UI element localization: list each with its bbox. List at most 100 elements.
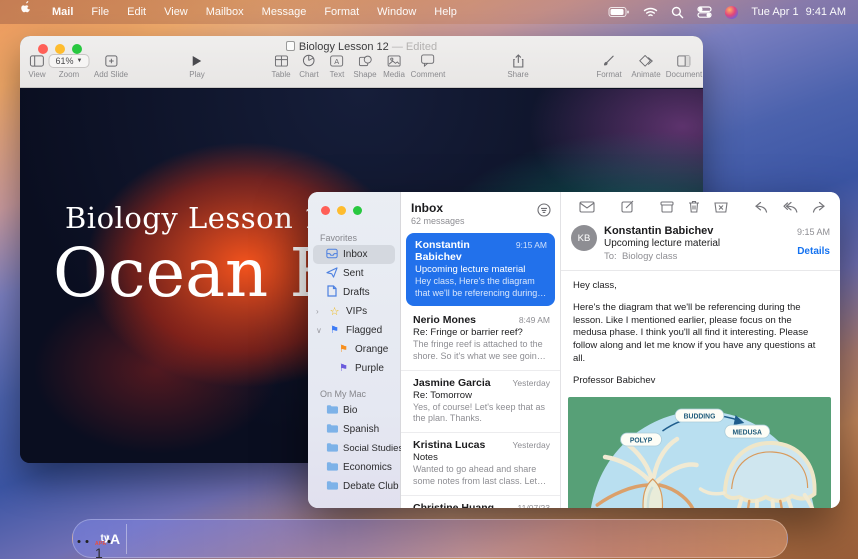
sidebar-header-favorites: Favorites [308,228,400,245]
filter-icon[interactable] [537,203,551,222]
keynote-media-button[interactable]: Media [383,53,405,79]
keynote-add-slide-button[interactable]: Add Slide [94,53,128,79]
sidebar-header-on-my-mac: On My Mac [308,384,400,401]
orange-flag-icon: ⚑ [337,344,350,355]
get-mail-icon[interactable] [579,201,595,213]
keynote-share-button[interactable]: Share [507,53,528,79]
sidebar-item-flag-purple[interactable]: ⚑ Purple [313,359,395,378]
trash-icon[interactable] [688,200,700,213]
message-row[interactable]: Jasmine GarciaYesterday Re: Tomorrow Yes… [401,370,560,432]
sidebar-header-icloud[interactable]: iCloud [308,505,400,508]
purple-flag-icon: ⚑ [337,363,350,374]
message-count: 62 messages [411,216,550,226]
menu-item-message[interactable]: Message [253,0,316,24]
format-brush-icon [596,53,621,68]
siri-icon[interactable] [725,6,738,19]
menu-bar-clock[interactable]: Tue Apr 1 9:41 AM [751,6,846,18]
keynote-document-button[interactable]: Document [666,53,702,79]
running-indicator [86,540,89,543]
apple-menu-icon[interactable] [12,0,43,24]
sidebar-item-flag-orange[interactable]: ⚑ Orange [313,340,395,359]
keynote-text-button[interactable]: A Text [330,53,345,79]
menu-bar: Mail File Edit View Mailbox Message Form… [0,0,858,24]
sidebar-view-icon [28,53,45,68]
sent-paperplane-icon [325,267,338,281]
chevron-right-icon: › [316,307,323,316]
zoom-button[interactable] [353,206,362,215]
junk-icon[interactable] [714,201,728,213]
body-paragraph: Here's the diagram that we'll be referen… [573,302,828,366]
chevron-down-icon: ▼ [77,58,83,64]
keynote-animate-button[interactable]: Animate [631,53,660,79]
reply-icon[interactable] [754,201,768,213]
menu-item-help[interactable]: Help [425,0,466,24]
running-indicator [78,540,81,543]
mail-toolbar: » [561,192,840,219]
message-body: Hey class, Here's the diagram that we'll… [561,271,840,388]
message-row[interactable]: Christine Huang11/07/23 Debate club - re… [401,495,560,509]
diagram-label-polyp: POLYP [630,437,653,444]
minimize-button[interactable] [337,206,346,215]
slide-heading-text: Biology Lesson 12 [65,201,341,235]
control-center-icon[interactable] [697,6,712,18]
detail-sender: Konstantin Babichev [604,225,797,237]
keynote-table-button[interactable]: Table [271,53,290,79]
sidebar-item-flagged[interactable]: ∨ ⚑ Flagged [313,321,395,340]
message-header: KB Konstantin Babichev Upcoming lecture … [561,219,840,270]
wifi-icon[interactable] [643,7,658,18]
keynote-shape-button[interactable]: Shape [353,53,376,79]
battery-icon[interactable] [608,6,630,18]
document-proxy-icon [286,41,295,51]
compose-icon[interactable] [621,200,634,213]
mailbox-title: Inbox [411,201,550,215]
body-signature: Professor Babichev [573,375,828,388]
menu-item-file[interactable]: File [82,0,118,24]
sidebar-item-drafts[interactable]: Drafts [313,283,395,302]
avatar: KB [571,225,597,251]
menu-bar-time: 9:41 AM [806,6,846,18]
keynote-view-button[interactable]: View [28,53,45,79]
mail-sidebar: Favorites Inbox Sent Drafts › ☆ VIPs [308,192,401,508]
menu-item-edit[interactable]: Edit [118,0,155,24]
chevron-down-icon: ∨ [316,326,323,335]
body-greeting: Hey class, [573,280,828,293]
sidebar-folder-debate-club[interactable]: Debate Club [313,477,395,496]
attachment-jellyfish-lifecycle-diagram[interactable]: BUDDING POLYP MEDUSA [568,397,831,508]
detail-time: 9:15 AM [797,227,830,237]
edited-label: Edited [406,41,437,53]
svg-text:A: A [335,56,340,65]
menu-item-view[interactable]: View [155,0,197,24]
message-row[interactable]: Nerio Mones8:49 AM Re: Fringe or barrier… [401,308,560,369]
menu-item-mail[interactable]: Mail [43,0,82,24]
reply-all-icon[interactable] [782,201,798,213]
sidebar-item-inbox[interactable]: Inbox [313,245,395,264]
flag-icon: ⚑ [328,325,341,336]
mail-message-list: Inbox 62 messages Konstantin Babichev9:1… [401,192,561,508]
message-row[interactable]: Kristina LucasYesterday Notes Wanted to … [401,432,560,494]
archive-icon[interactable] [660,201,674,213]
sidebar-item-sent[interactable]: Sent [313,264,395,283]
sidebar-folder-social-studies[interactable]: Social Studies [313,439,395,458]
details-link[interactable]: Details [797,246,830,257]
vip-star-icon: ☆ [328,305,341,318]
animate-icon [631,53,660,68]
keynote-chart-button[interactable]: Chart [299,53,319,79]
mail-traffic-lights [321,206,362,215]
keynote-titlebar: Biology Lesson 12 — Edited View 61%▼ Zoo… [20,36,703,88]
sidebar-folder-bio[interactable]: Bio [313,401,395,420]
keynote-format-button[interactable]: Format [596,53,621,79]
detail-subject: Upcoming lecture material [604,238,797,249]
message-row[interactable]: Konstantin Babichev9:15 AM Upcoming lect… [406,233,555,306]
sidebar-folder-economics[interactable]: Economics [313,458,395,477]
menu-item-window[interactable]: Window [368,0,425,24]
sidebar-folder-spanish[interactable]: Spanish [313,420,395,439]
keynote-comment-button[interactable]: Comment [411,53,446,79]
forward-icon[interactable] [812,201,826,213]
keynote-zoom-control[interactable]: 61%▼ Zoom [49,53,90,79]
menu-item-mailbox[interactable]: Mailbox [197,0,253,24]
close-button[interactable] [321,206,330,215]
sidebar-item-vips[interactable]: › ☆ VIPs [313,302,395,321]
menu-item-format[interactable]: Format [315,0,368,24]
keynote-play-button[interactable]: Play [189,53,205,79]
spotlight-search-icon[interactable] [671,6,684,19]
